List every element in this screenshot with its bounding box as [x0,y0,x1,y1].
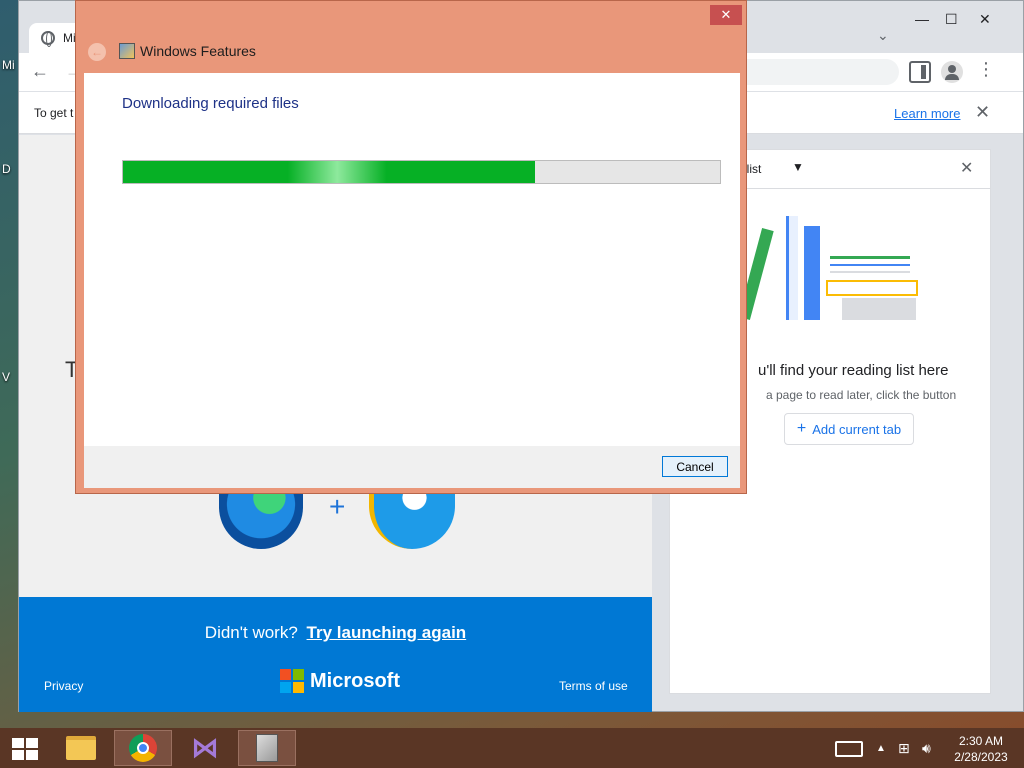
reading-list-illustration [738,214,926,324]
dialog-footer: Cancel [84,446,740,488]
taskbar-visual-studio[interactable]: ⋈ [176,730,234,766]
info-bar-text: To get t [34,106,74,120]
clock-time: 2:30 AM [958,734,1004,748]
add-current-tab-button[interactable]: + Add current tab [784,413,914,445]
touch-keyboard-icon[interactable] [835,741,863,757]
visual-studio-icon: ⋈ [191,732,219,763]
desktop-icon-label[interactable]: Mi [2,58,15,72]
desktop-icon-label[interactable]: D [2,162,11,176]
microsoft-wordmark: Microsoft [310,669,400,692]
privacy-link[interactable]: Privacy [44,679,83,693]
minimize-icon[interactable]: — [915,11,929,27]
page-footer: Didn't work? Try launching again Privacy… [19,597,652,712]
back-arrow-icon[interactable]: ← [31,61,49,82]
panel-close-icon[interactable]: ✕ [960,158,973,178]
status-heading: Downloading required files [122,95,299,112]
taskbar-file-explorer[interactable] [52,730,110,766]
close-icon[interactable]: ✕ [979,11,991,28]
dialog-title: Windows Features [140,43,256,59]
plus-icon: + [329,491,346,522]
clock-date: 2/28/2023 [954,750,1008,764]
back-arrow-icon[interactable]: ← [88,43,106,61]
taskbar-windows-features[interactable] [238,730,296,766]
learn-more-link[interactable]: Learn more [894,106,960,121]
windows-features-icon [119,43,135,59]
browser-logos: + [219,485,459,549]
tab-search-chevron-icon[interactable]: ⌄ [877,27,889,44]
windows-features-dialog: ✕ ← Windows Features Downloading require… [75,0,747,494]
profile-avatar-icon[interactable] [941,61,963,83]
cancel-button[interactable]: Cancel [662,456,728,477]
globe-icon [41,31,55,47]
show-hidden-icons-icon[interactable]: ▲ [876,743,886,754]
progress-fill [123,161,535,183]
info-bar-close-icon[interactable]: ✕ [975,102,990,123]
volume-icon[interactable]: 🔊︎ [922,740,931,757]
dropdown-caret-icon[interactable]: ▼ [792,160,804,174]
kebab-menu-icon[interactable]: ⋮ [975,59,997,81]
try-launching-again-link[interactable]: Try launching again [307,623,467,642]
retry-message: Didn't work? Try launching again [19,623,652,643]
download-progress-bar [122,160,721,184]
add-current-tab-label: Add current tab [812,421,902,437]
internet-explorer-logo-icon [369,485,455,549]
taskbar: ⋈ ▲ ⊞ 🔊︎ 2:30 AM 2/28/2023 [0,728,1024,768]
side-panel-icon[interactable] [909,61,931,83]
retry-prompt: Didn't work? [204,623,298,642]
tab-title: Mi [63,31,76,45]
microsoft-logo: Microsoft [280,669,400,693]
maximize-icon[interactable]: ☐ [945,11,958,28]
microsoft-squares-icon [280,669,304,693]
dialog-close-icon[interactable]: ✕ [710,5,742,25]
chrome-icon [129,734,157,762]
windows-features-icon [256,734,278,762]
plus-icon: + [796,420,807,437]
folder-icon [66,736,96,760]
system-clock[interactable]: 2:30 AM 2/28/2023 [946,733,1016,765]
taskbar-chrome[interactable] [114,730,172,766]
start-windows-icon[interactable] [12,738,38,760]
dialog-body: Downloading required files [84,73,740,446]
network-icon[interactable]: ⊞ [898,740,910,757]
edge-logo-icon [219,485,303,549]
desktop-icon-label[interactable]: V [2,370,10,384]
terms-of-use-link[interactable]: Terms of use [559,679,628,693]
